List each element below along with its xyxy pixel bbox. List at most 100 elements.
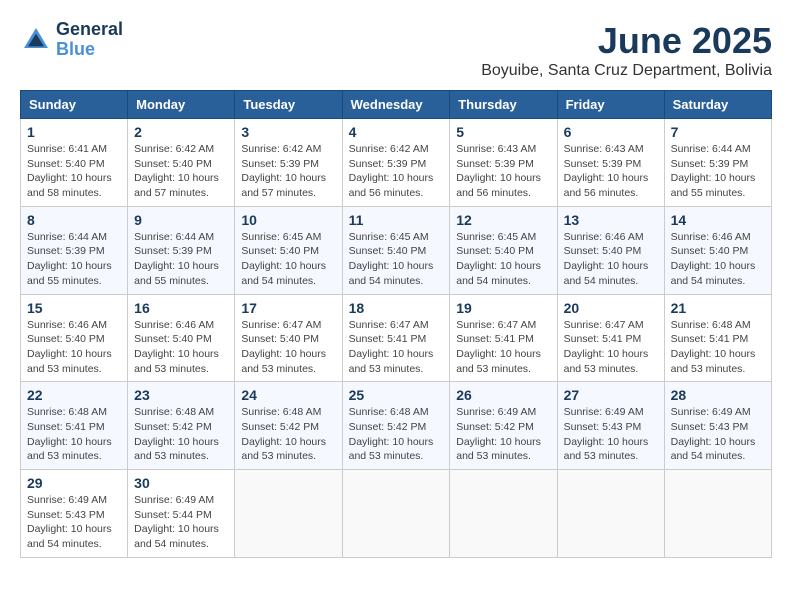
day-number: 28 xyxy=(671,387,765,403)
header-thursday: Thursday xyxy=(450,91,557,119)
header-saturday: Saturday xyxy=(664,91,771,119)
day-number: 27 xyxy=(564,387,658,403)
day-info: Sunrise: 6:49 AM Sunset: 5:44 PM Dayligh… xyxy=(134,493,228,552)
day-info: Sunrise: 6:46 AM Sunset: 5:40 PM Dayligh… xyxy=(671,230,765,289)
day-number: 16 xyxy=(134,300,228,316)
calendar-cell: 20 Sunrise: 6:47 AM Sunset: 5:41 PM Dayl… xyxy=(557,294,664,382)
calendar-cell: 28 Sunrise: 6:49 AM Sunset: 5:43 PM Dayl… xyxy=(664,382,771,470)
calendar-cell: 17 Sunrise: 6:47 AM Sunset: 5:40 PM Dayl… xyxy=(235,294,342,382)
day-number: 21 xyxy=(671,300,765,316)
month-title: June 2025 xyxy=(481,20,772,62)
calendar-week-row: 1 Sunrise: 6:41 AM Sunset: 5:40 PM Dayli… xyxy=(21,119,772,207)
day-number: 30 xyxy=(134,475,228,491)
day-number: 11 xyxy=(349,212,444,228)
day-number: 15 xyxy=(27,300,121,316)
calendar-cell: 16 Sunrise: 6:46 AM Sunset: 5:40 PM Dayl… xyxy=(128,294,235,382)
day-number: 10 xyxy=(241,212,335,228)
day-number: 2 xyxy=(134,124,228,140)
calendar-header-row: SundayMondayTuesdayWednesdayThursdayFrid… xyxy=(21,91,772,119)
calendar-cell: 4 Sunrise: 6:42 AM Sunset: 5:39 PM Dayli… xyxy=(342,119,450,207)
day-number: 26 xyxy=(456,387,550,403)
calendar-cell: 26 Sunrise: 6:49 AM Sunset: 5:42 PM Dayl… xyxy=(450,382,557,470)
day-number: 24 xyxy=(241,387,335,403)
title-section: June 2025 Boyuibe, Santa Cruz Department… xyxy=(481,20,772,80)
day-info: Sunrise: 6:49 AM Sunset: 5:42 PM Dayligh… xyxy=(456,405,550,464)
day-info: Sunrise: 6:41 AM Sunset: 5:40 PM Dayligh… xyxy=(27,142,121,201)
day-info: Sunrise: 6:43 AM Sunset: 5:39 PM Dayligh… xyxy=(564,142,658,201)
day-number: 3 xyxy=(241,124,335,140)
day-number: 6 xyxy=(564,124,658,140)
day-info: Sunrise: 6:47 AM Sunset: 5:41 PM Dayligh… xyxy=(456,318,550,377)
calendar-cell xyxy=(664,470,771,558)
location-title: Boyuibe, Santa Cruz Department, Bolivia xyxy=(481,62,772,80)
calendar-cell: 3 Sunrise: 6:42 AM Sunset: 5:39 PM Dayli… xyxy=(235,119,342,207)
calendar-cell: 25 Sunrise: 6:48 AM Sunset: 5:42 PM Dayl… xyxy=(342,382,450,470)
calendar-cell xyxy=(450,470,557,558)
day-number: 20 xyxy=(564,300,658,316)
calendar-cell: 29 Sunrise: 6:49 AM Sunset: 5:43 PM Dayl… xyxy=(21,470,128,558)
calendar-cell: 21 Sunrise: 6:48 AM Sunset: 5:41 PM Dayl… xyxy=(664,294,771,382)
day-number: 25 xyxy=(349,387,444,403)
day-info: Sunrise: 6:46 AM Sunset: 5:40 PM Dayligh… xyxy=(134,318,228,377)
header-sunday: Sunday xyxy=(21,91,128,119)
day-number: 9 xyxy=(134,212,228,228)
calendar-cell: 1 Sunrise: 6:41 AM Sunset: 5:40 PM Dayli… xyxy=(21,119,128,207)
day-info: Sunrise: 6:45 AM Sunset: 5:40 PM Dayligh… xyxy=(349,230,444,289)
calendar-cell: 23 Sunrise: 6:48 AM Sunset: 5:42 PM Dayl… xyxy=(128,382,235,470)
calendar-week-row: 22 Sunrise: 6:48 AM Sunset: 5:41 PM Dayl… xyxy=(21,382,772,470)
calendar-cell: 19 Sunrise: 6:47 AM Sunset: 5:41 PM Dayl… xyxy=(450,294,557,382)
calendar-week-row: 15 Sunrise: 6:46 AM Sunset: 5:40 PM Dayl… xyxy=(21,294,772,382)
day-info: Sunrise: 6:44 AM Sunset: 5:39 PM Dayligh… xyxy=(27,230,121,289)
day-info: Sunrise: 6:46 AM Sunset: 5:40 PM Dayligh… xyxy=(27,318,121,377)
page-header: GeneralGeneral Blue June 2025 Boyuibe, S… xyxy=(20,20,772,80)
calendar-cell: 24 Sunrise: 6:48 AM Sunset: 5:42 PM Dayl… xyxy=(235,382,342,470)
day-number: 29 xyxy=(27,475,121,491)
calendar-cell: 18 Sunrise: 6:47 AM Sunset: 5:41 PM Dayl… xyxy=(342,294,450,382)
calendar-cell: 6 Sunrise: 6:43 AM Sunset: 5:39 PM Dayli… xyxy=(557,119,664,207)
calendar-cell: 2 Sunrise: 6:42 AM Sunset: 5:40 PM Dayli… xyxy=(128,119,235,207)
day-info: Sunrise: 6:49 AM Sunset: 5:43 PM Dayligh… xyxy=(564,405,658,464)
day-info: Sunrise: 6:44 AM Sunset: 5:39 PM Dayligh… xyxy=(134,230,228,289)
day-info: Sunrise: 6:42 AM Sunset: 5:40 PM Dayligh… xyxy=(134,142,228,201)
day-number: 1 xyxy=(27,124,121,140)
calendar-cell: 9 Sunrise: 6:44 AM Sunset: 5:39 PM Dayli… xyxy=(128,206,235,294)
calendar-cell: 8 Sunrise: 6:44 AM Sunset: 5:39 PM Dayli… xyxy=(21,206,128,294)
day-info: Sunrise: 6:45 AM Sunset: 5:40 PM Dayligh… xyxy=(241,230,335,289)
header-friday: Friday xyxy=(557,91,664,119)
day-info: Sunrise: 6:48 AM Sunset: 5:42 PM Dayligh… xyxy=(134,405,228,464)
logo-text: GeneralGeneral Blue xyxy=(56,20,123,60)
header-monday: Monday xyxy=(128,91,235,119)
calendar-table: SundayMondayTuesdayWednesdayThursdayFrid… xyxy=(20,90,772,558)
header-wednesday: Wednesday xyxy=(342,91,450,119)
day-info: Sunrise: 6:49 AM Sunset: 5:43 PM Dayligh… xyxy=(27,493,121,552)
day-number: 22 xyxy=(27,387,121,403)
day-number: 23 xyxy=(134,387,228,403)
day-info: Sunrise: 6:47 AM Sunset: 5:40 PM Dayligh… xyxy=(241,318,335,377)
day-info: Sunrise: 6:48 AM Sunset: 5:42 PM Dayligh… xyxy=(349,405,444,464)
day-number: 19 xyxy=(456,300,550,316)
day-info: Sunrise: 6:45 AM Sunset: 5:40 PM Dayligh… xyxy=(456,230,550,289)
day-number: 5 xyxy=(456,124,550,140)
day-number: 14 xyxy=(671,212,765,228)
day-number: 12 xyxy=(456,212,550,228)
day-info: Sunrise: 6:43 AM Sunset: 5:39 PM Dayligh… xyxy=(456,142,550,201)
calendar-cell xyxy=(342,470,450,558)
calendar-cell: 14 Sunrise: 6:46 AM Sunset: 5:40 PM Dayl… xyxy=(664,206,771,294)
calendar-cell xyxy=(235,470,342,558)
day-number: 17 xyxy=(241,300,335,316)
day-info: Sunrise: 6:46 AM Sunset: 5:40 PM Dayligh… xyxy=(564,230,658,289)
calendar-cell: 15 Sunrise: 6:46 AM Sunset: 5:40 PM Dayl… xyxy=(21,294,128,382)
calendar-cell: 12 Sunrise: 6:45 AM Sunset: 5:40 PM Dayl… xyxy=(450,206,557,294)
day-number: 18 xyxy=(349,300,444,316)
calendar-cell: 13 Sunrise: 6:46 AM Sunset: 5:40 PM Dayl… xyxy=(557,206,664,294)
calendar-cell: 7 Sunrise: 6:44 AM Sunset: 5:39 PM Dayli… xyxy=(664,119,771,207)
calendar-cell: 27 Sunrise: 6:49 AM Sunset: 5:43 PM Dayl… xyxy=(557,382,664,470)
day-number: 8 xyxy=(27,212,121,228)
header-tuesday: Tuesday xyxy=(235,91,342,119)
day-number: 7 xyxy=(671,124,765,140)
logo-icon xyxy=(20,24,52,56)
calendar-cell xyxy=(557,470,664,558)
calendar-cell: 11 Sunrise: 6:45 AM Sunset: 5:40 PM Dayl… xyxy=(342,206,450,294)
day-info: Sunrise: 6:42 AM Sunset: 5:39 PM Dayligh… xyxy=(349,142,444,201)
calendar-cell: 10 Sunrise: 6:45 AM Sunset: 5:40 PM Dayl… xyxy=(235,206,342,294)
